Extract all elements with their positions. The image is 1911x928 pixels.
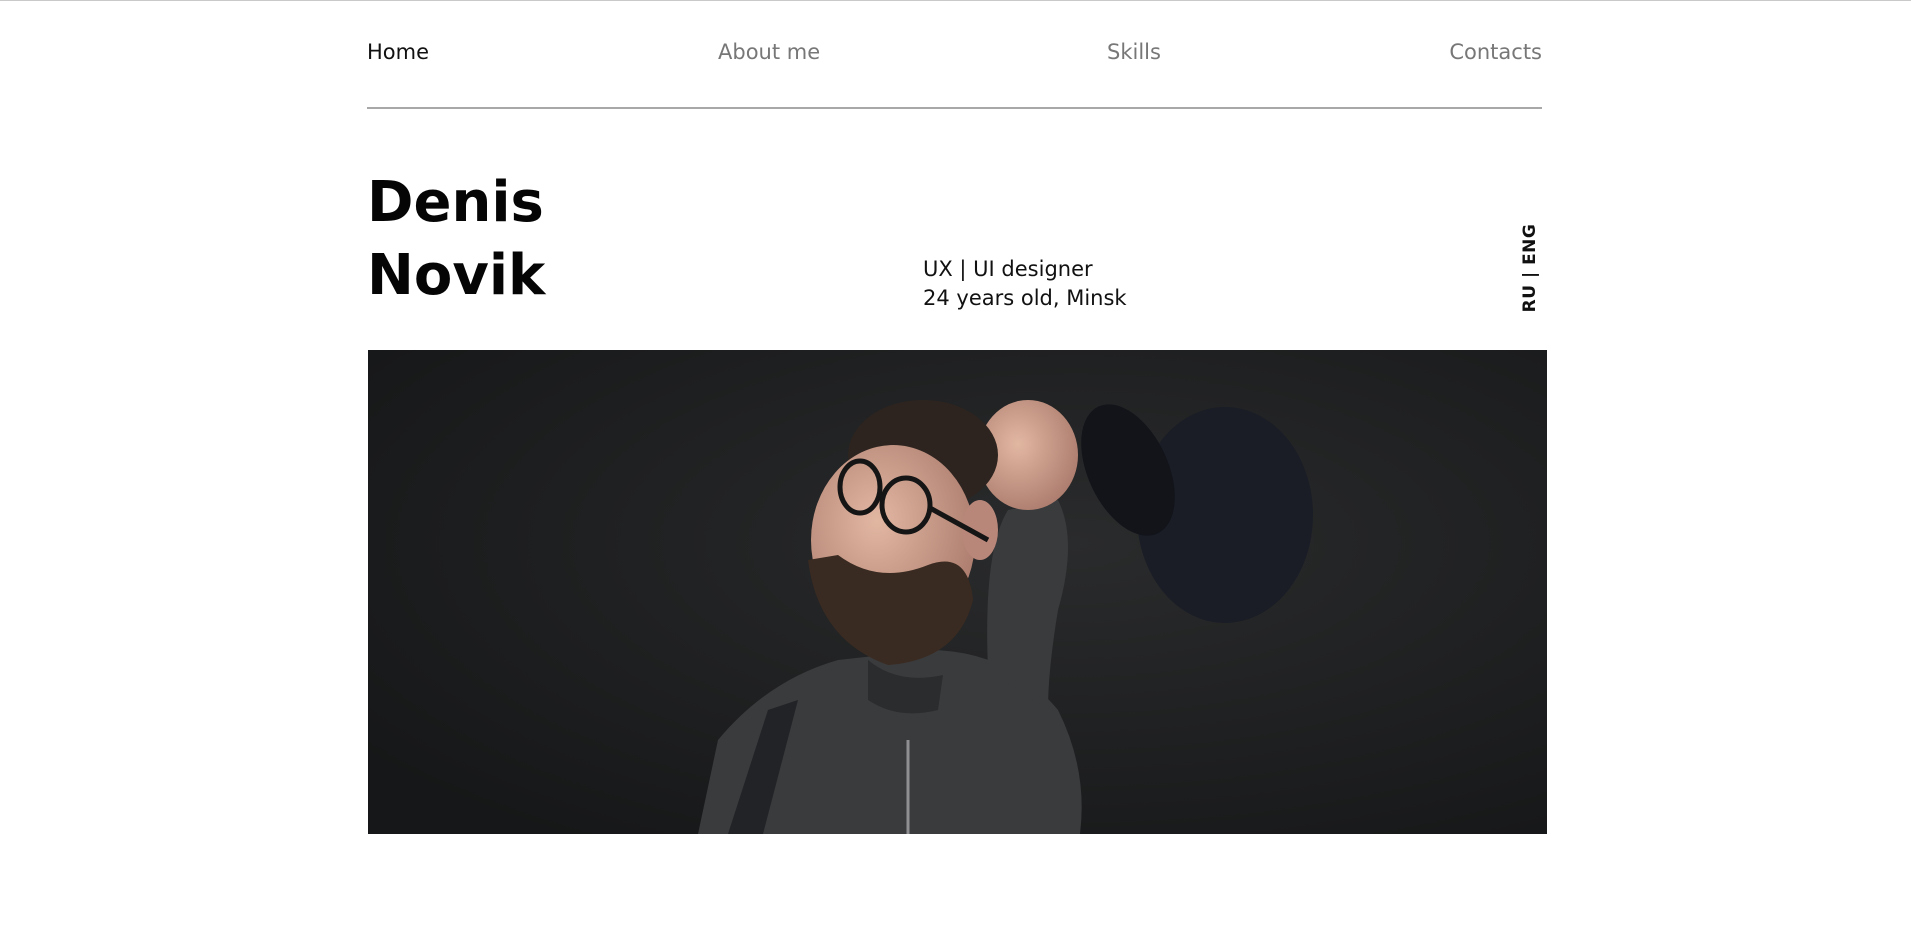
portrait-photo-icon xyxy=(368,350,1547,834)
nav-home-link[interactable]: Home xyxy=(367,40,429,64)
nav-skills-link[interactable]: Skills xyxy=(1107,40,1161,64)
last-name: Novik xyxy=(367,243,546,308)
nav-divider xyxy=(367,107,1542,109)
profile-info: UX | UI designer 24 years old, Minsk xyxy=(923,255,1127,313)
nav-contacts-link[interactable]: Contacts xyxy=(1449,40,1542,64)
language-switch-label[interactable]: RU | ENG xyxy=(1520,224,1540,313)
main-nav: Home About me Skills Contacts xyxy=(367,40,1542,70)
hero-photo xyxy=(368,350,1547,834)
top-border xyxy=(0,0,1911,1)
language-switch[interactable]: RU | ENG xyxy=(1520,222,1540,314)
first-name: Denis xyxy=(367,170,544,235)
profile-role: UX | UI designer xyxy=(923,257,1093,281)
nav-about-link[interactable]: About me xyxy=(718,40,820,64)
profile-name: Denis Novik xyxy=(367,166,545,312)
profile-details: 24 years old, Minsk xyxy=(923,286,1127,310)
